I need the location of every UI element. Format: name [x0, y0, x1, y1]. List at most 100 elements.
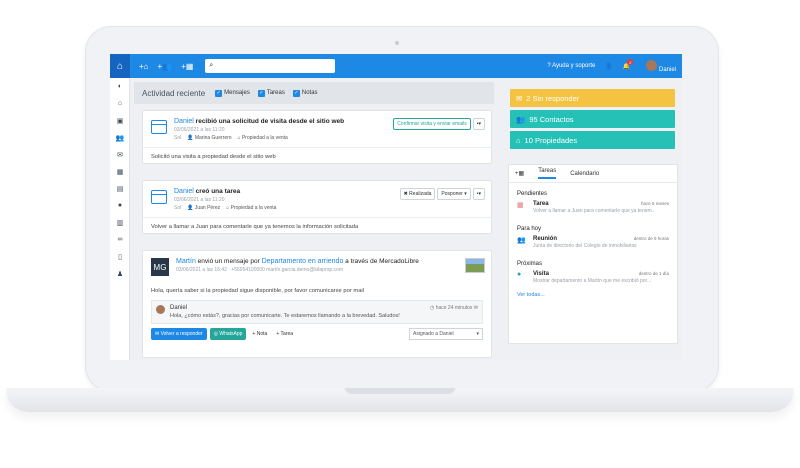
home-icon[interactable]: ⌂	[110, 95, 130, 112]
add-task-button[interactable]: + Tarea	[273, 329, 297, 339]
tab-tasks[interactable]: Tareas	[538, 168, 557, 179]
mobile-icon[interactable]: ▯	[110, 248, 130, 265]
whatsapp-button[interactable]: ◎ WhatsApp	[209, 328, 247, 340]
property-link[interactable]: Departamento en arriendo	[262, 258, 344, 265]
tasks-panel: +▦ Tareas Calendario Pendientes ▦ Tarea h…	[508, 164, 678, 344]
sidebar: ◐ ⌂ ▣ 👥 ✉ ▦ ▤ ● ▥ ∞ ▯ ♟	[110, 78, 130, 360]
laptop-notch	[345, 388, 455, 394]
activity-title: Actividad reciente	[142, 88, 206, 98]
contact-link[interactable]: 👤 Marina Guerrero	[187, 135, 231, 141]
app-logo-icon[interactable]: ⌂	[110, 54, 130, 78]
task-time: dentro de 1 día	[638, 271, 669, 276]
reply-author: Daniel	[170, 305, 188, 311]
calendar-icon: ▦	[517, 202, 524, 209]
reply-button[interactable]: ✉ Volver a responder	[151, 328, 207, 340]
columns-icon[interactable]: ▥	[110, 214, 130, 231]
user-add-icon[interactable]: 👤	[605, 63, 612, 70]
activity-message: Hola, quería saber si la propiedad sigue…	[151, 288, 364, 294]
add-home-icon[interactable]: +⌂	[139, 62, 149, 71]
task-item[interactable]: ● Visita dentro de 1 día Mostrar departam…	[509, 269, 677, 288]
activity-card-task: Daniel creó una tarea 03/06/2021 a las 1…	[142, 180, 492, 234]
help-label: Ayuda y soporte	[552, 63, 596, 69]
image-icon[interactable]: ▣	[110, 112, 130, 129]
more-actions-button[interactable]: •▾	[472, 188, 485, 200]
postpone-button[interactable]: Posponer ▾	[437, 188, 471, 200]
webcam	[395, 41, 399, 45]
add-calendar-icon[interactable]: +▦	[181, 62, 193, 71]
stat-label: 10 Propiedades	[524, 135, 578, 145]
contact-name: Marina Guerrero	[194, 135, 232, 141]
reply-box: Daniel ◷ hace 24 minutos ✉ Hola, ¿cómo e…	[151, 300, 483, 324]
activity-text: envió un mensaje por	[197, 258, 260, 265]
stat-unanswered[interactable]: ✉ 2 Sin responder	[510, 89, 675, 107]
section-pending: Pendientes	[517, 191, 548, 197]
activity-date: 03/06/2021 a las 11:20	[174, 197, 225, 203]
actor-name[interactable]: Daniel	[174, 188, 194, 195]
task-item[interactable]: ▦ Tarea hace 5 meses Volver a llamar a Ju…	[509, 199, 677, 218]
property-link[interactable]: ⌂ Propiedad a la venta	[238, 135, 288, 141]
stat-label: 95 Contactos	[529, 114, 574, 124]
contacts-icon[interactable]: 👥	[110, 129, 130, 146]
contacts-icon: 👥	[516, 114, 526, 124]
calendar-icon[interactable]: ▦	[110, 163, 130, 180]
stats-column: ✉ 2 Sin responder 👥 95 Contactos ⌂ 10 Propi…	[510, 89, 675, 152]
link-icon[interactable]: ∞	[110, 231, 130, 248]
reply-label: Volver a responder	[160, 331, 203, 337]
home-icon: ⌂	[516, 135, 521, 145]
task-item[interactable]: 👥 Reunión dentro de 9 horas Junta de dire…	[509, 234, 677, 253]
globe-icon[interactable]: ●	[110, 197, 130, 214]
activity-feed: Actividad reciente ✓ Mensajes ✓ Tareas ✓ No…	[134, 82, 494, 360]
task-time: hace 5 meses	[640, 201, 669, 206]
add-note-button[interactable]: + Nota	[249, 329, 271, 339]
avatar	[646, 59, 658, 71]
activity-header: Actividad reciente ✓ Mensajes ✓ Tareas ✓ No…	[134, 82, 494, 104]
filter-label: Mensajes	[224, 90, 250, 96]
property-link[interactable]: ⌂ Propiedad a la venta	[226, 205, 276, 211]
add-task-icon[interactable]: +▦	[515, 170, 524, 177]
filter-notes[interactable]: ✓ Notas	[292, 89, 318, 97]
section-today: Para hoy	[517, 226, 542, 232]
assignee-select[interactable]: Asignado a Daniel ▾	[409, 328, 483, 340]
reply-time-label: hace 24 minutos	[435, 305, 473, 311]
see-all-link[interactable]: Ver todas...	[509, 288, 677, 302]
user-icon[interactable]: ♟	[110, 265, 130, 282]
checkbox-icon: ✓	[257, 89, 265, 97]
user-menu[interactable]: Daniel	[646, 59, 676, 73]
filter-tasks[interactable]: ✓ Tareas	[257, 89, 285, 97]
assignee-value: Asignado a Daniel	[413, 331, 454, 337]
task-desc: Mostrar departamento a Martín que me esc…	[533, 278, 652, 284]
whatsapp-label: WhatsApp	[219, 331, 243, 337]
more-actions-button[interactable]: •▾	[472, 118, 485, 130]
contact-name: Juan Pérez	[194, 205, 221, 211]
contact-link[interactable]: 👤 Juan Pérez	[187, 205, 220, 211]
stat-properties[interactable]: ⌂ 10 Propiedades	[510, 131, 675, 149]
mail-icon[interactable]: ✉	[110, 146, 130, 163]
activity-message: Volver a llamar a Juan para comentarle q…	[143, 217, 491, 236]
property-thumbnail[interactable]	[465, 258, 485, 273]
activity-text: recibió una solicitud de visita desde el…	[195, 118, 345, 125]
report-icon[interactable]: ▤	[110, 180, 130, 197]
notification-badge: 2	[627, 59, 634, 65]
app-screen: ⌂ +⌂ +👥 +▦ ⌕ ? Ayuda y soporte 👤 🔔2 Dani…	[110, 54, 682, 360]
tab-calendar[interactable]: Calendario	[570, 171, 599, 177]
dashboard-icon[interactable]: ◐	[110, 78, 130, 95]
task-title: Reunión	[533, 236, 557, 242]
activity-meta: 03/06/2021 a las 16:42 · +56954100000 ma…	[176, 267, 343, 273]
help-link[interactable]: ? Ayuda y soporte	[547, 63, 595, 69]
filter-messages[interactable]: ✓ Mensajes	[215, 89, 250, 97]
checkbox-icon: ✓	[292, 89, 300, 97]
location-icon: ●	[517, 271, 522, 278]
actor-name[interactable]: Daniel	[174, 118, 194, 125]
stat-contacts[interactable]: 👥 95 Contactos	[510, 110, 675, 128]
property-name: Propiedad a la venta	[230, 205, 277, 211]
calendar-icon	[151, 190, 167, 204]
filter-label: Tareas	[266, 90, 285, 96]
add-contacts-icon[interactable]: +👥	[158, 62, 173, 71]
mark-done-button[interactable]: ✖ Realizada	[399, 188, 436, 200]
search-input[interactable]: ⌕	[205, 59, 336, 73]
notifications-icon[interactable]: 🔔2	[623, 59, 636, 70]
actor-name[interactable]: Martín	[176, 258, 196, 265]
contact-logo: MG	[151, 258, 169, 276]
laptop-mockup: ⌂ +⌂ +👥 +▦ ⌕ ? Ayuda y soporte 👤 🔔2 Dani…	[0, 0, 800, 468]
confirm-visit-button[interactable]: Confirmar visita y enviar emails	[393, 118, 471, 130]
